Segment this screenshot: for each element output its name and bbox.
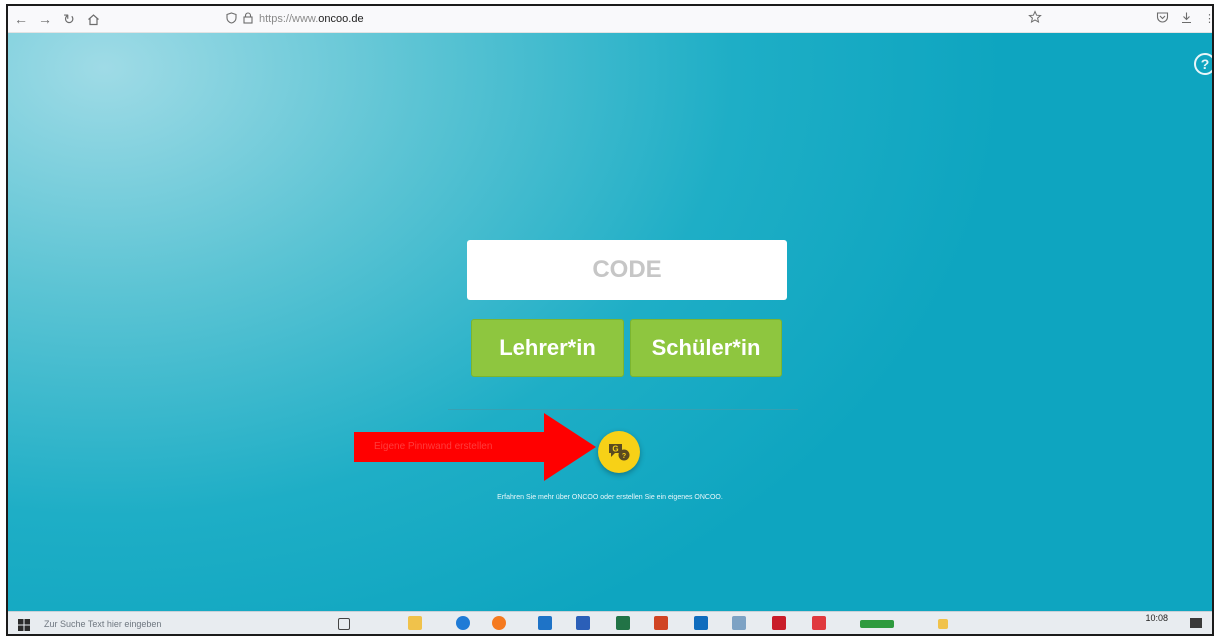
create-pinboard-button[interactable]: G ? [598, 431, 640, 473]
pocket-icon[interactable] [1156, 11, 1169, 29]
back-arrow-icon[interactable]: ← [10, 8, 32, 30]
screenshot-frame: ← → ↻ https://www.oncoo.de ⋮ ? Leh [6, 4, 1214, 636]
acrobat-icon[interactable] [772, 616, 786, 630]
hint-text: Erfahren Sie mehr über ONCOO oder erstel… [497, 494, 723, 501]
menu-dots-icon[interactable]: ⋮ [1204, 12, 1212, 25]
svg-text:?: ? [622, 453, 626, 460]
url-host: oncoo.de [318, 13, 364, 25]
student-button[interactable]: Schüler*in [630, 319, 782, 377]
app-grey-icon[interactable] [732, 616, 746, 630]
taskbar-search-input[interactable]: Zur Suche Text hier eingeben [44, 616, 284, 632]
url-prefix: https://www. [259, 13, 319, 25]
lock-icon [243, 11, 253, 27]
download-icon[interactable] [1180, 11, 1193, 29]
outlook-icon[interactable] [694, 616, 708, 630]
bookmark-star-icon[interactable] [1028, 10, 1042, 29]
home-icon[interactable] [82, 8, 104, 30]
app-red-icon[interactable] [812, 616, 826, 630]
app-green-icon[interactable] [860, 620, 894, 628]
arrow-label: Eigene Pinnwand erstellen [374, 441, 493, 452]
divider [448, 409, 798, 410]
file-explorer-icon[interactable] [408, 616, 422, 630]
excel-icon[interactable] [616, 616, 630, 630]
app-blue-icon[interactable] [538, 616, 552, 630]
firefox-icon[interactable] [492, 616, 506, 630]
reload-icon[interactable]: ↻ [58, 8, 80, 30]
powerpoint-icon[interactable] [654, 616, 668, 630]
taskbar-clock[interactable]: 10:08 [1145, 613, 1168, 623]
word-icon[interactable] [576, 616, 590, 630]
svg-text:G: G [612, 445, 618, 454]
task-view-icon[interactable] [338, 618, 350, 630]
address-bar[interactable]: https://www. oncoo.de [226, 9, 1026, 29]
windows-start-icon[interactable] [18, 618, 30, 631]
oncoo-start-page: ? Lehrer*in Schüler*in Eigene Pinnwand e… [8, 33, 1212, 612]
teacher-button[interactable]: Lehrer*in [471, 319, 624, 377]
windows-taskbar: Zur Suche Text hier eingeben 10:08 [8, 611, 1212, 634]
tray-folder-icon[interactable] [938, 619, 948, 629]
forward-arrow-icon[interactable]: → [34, 8, 56, 30]
notification-icon[interactable] [1190, 618, 1202, 628]
edge-browser-icon[interactable] [456, 616, 470, 630]
red-arrow-annotation: Eigene Pinnwand erstellen [354, 413, 596, 481]
code-input[interactable] [467, 240, 787, 300]
shield-icon [226, 11, 237, 27]
browser-toolbar: ← → ↻ https://www. oncoo.de ⋮ [8, 6, 1212, 33]
help-icon[interactable]: ? [1194, 53, 1212, 75]
pinboard-chat-icon: G ? [609, 444, 630, 461]
